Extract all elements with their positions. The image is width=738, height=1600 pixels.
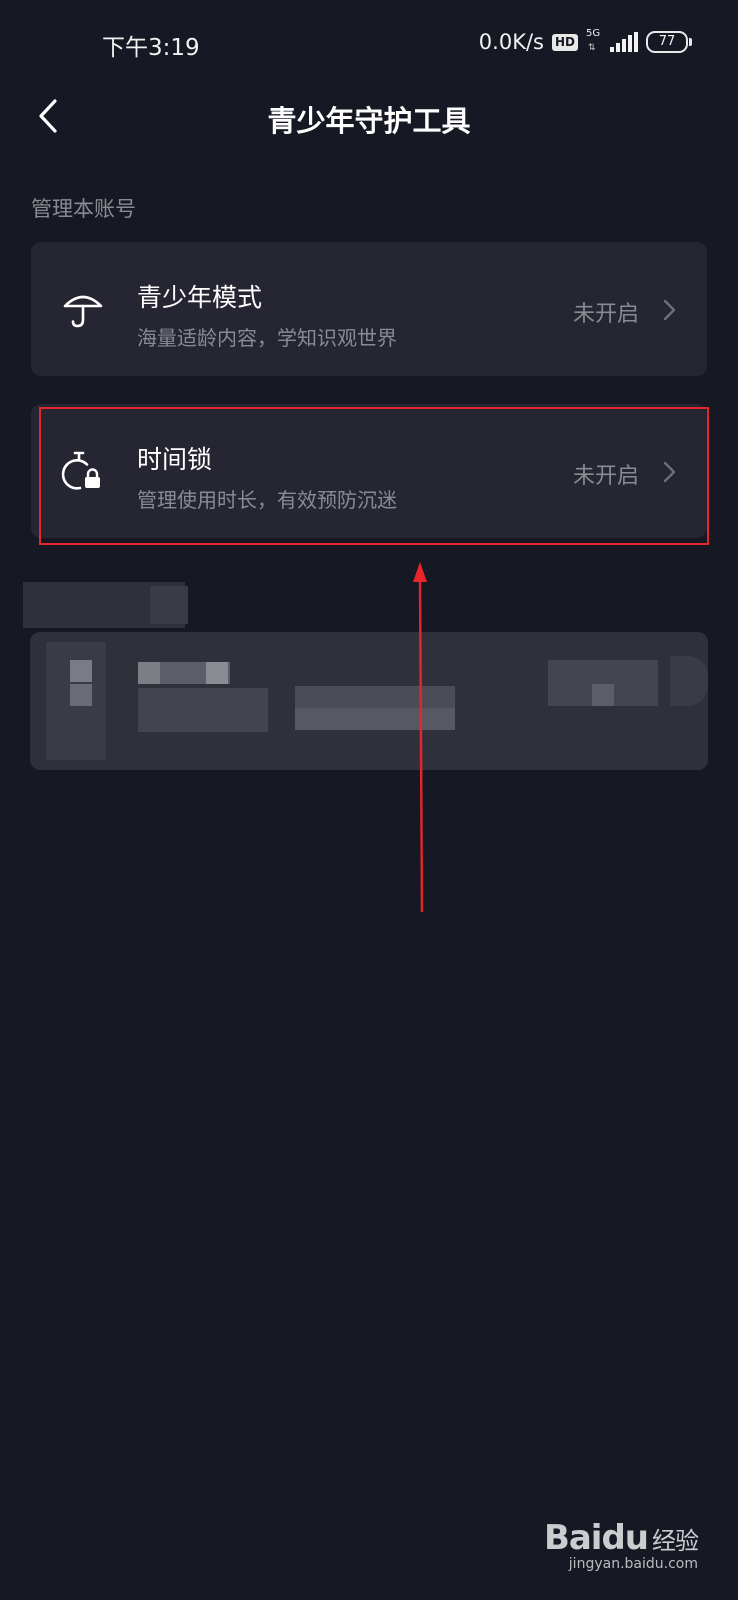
- redacted-block: [70, 684, 92, 706]
- redacted-block: [70, 660, 92, 682]
- hd-icon: HD: [551, 33, 578, 51]
- annotation-arrow-icon: [413, 562, 427, 913]
- watermark-logo: Baidu 经验: [543, 1518, 699, 1558]
- item-status: 未开启: [572, 302, 639, 327]
- section-label: 管理本账号: [31, 197, 136, 221]
- item-title: 青少年模式: [137, 283, 263, 312]
- watermark-logo-text: Baidu: [543, 1518, 649, 1558]
- item-subtitle: 管理使用时长，有效预防沉迷: [137, 488, 397, 512]
- network-type: 5G: [586, 28, 601, 39]
- redacted-block: [670, 656, 708, 706]
- redacted-block: [150, 586, 188, 624]
- redacted-block: [138, 662, 160, 684]
- item-status: 未开启: [572, 464, 639, 489]
- umbrella-icon: [63, 295, 103, 328]
- nav-bar: 青少年守护工具: [0, 88, 738, 144]
- chevron-right-icon: [663, 461, 676, 483]
- signal-icon: [610, 32, 638, 52]
- data-arrows-icon: ⇅: [588, 43, 596, 53]
- redacted-block: [592, 684, 614, 706]
- baidu-watermark: Baidu 经验 jingyan.baidu.com: [543, 1518, 699, 1572]
- item-subtitle: 海量适龄内容，学知识观世界: [137, 326, 397, 350]
- status-time: 下午3:19: [102, 35, 200, 61]
- time-lock-item[interactable]: 时间锁 管理使用时长，有效预防沉迷 未开启: [31, 404, 707, 538]
- redacted-block: [206, 662, 228, 684]
- battery-icon: 77: [646, 31, 692, 53]
- watermark-logo-suffix: 经验: [652, 1527, 699, 1555]
- status-bar: 下午3:19 0.0K/s HD 5G ⇅ 77: [0, 0, 738, 88]
- page-title: 青少年守护工具: [267, 104, 471, 138]
- redacted-block: [138, 688, 268, 732]
- item-title: 时间锁: [137, 445, 213, 474]
- timer-lock-icon: [61, 451, 100, 490]
- network-type-icon: 5G ⇅: [586, 28, 602, 53]
- watermark-url: jingyan.baidu.com: [568, 1556, 698, 1572]
- status-indicators: 0.0K/s HD 5G ⇅ 77: [478, 28, 692, 54]
- teen-mode-item[interactable]: 青少年模式 海量适龄内容，学知识观世界 未开启: [31, 242, 707, 376]
- redacted-item: [30, 632, 708, 770]
- chevron-right-icon: [663, 299, 676, 321]
- net-speed: 0.0K/s: [478, 30, 544, 54]
